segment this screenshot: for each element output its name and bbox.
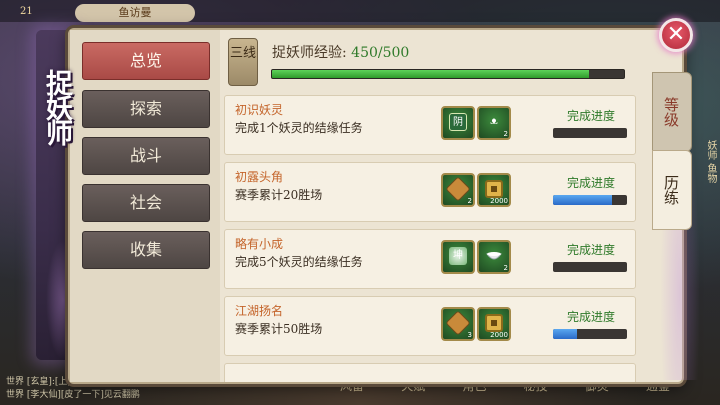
rank-badge: 三线: [228, 38, 258, 86]
spirit-icon: ᴥ: [490, 116, 498, 127]
reward-slot[interactable]: 坤: [441, 240, 475, 274]
task-row: 初露头角 赛季累计20胜场 2 2000 完成进度: [224, 162, 636, 222]
chat-line: 世界 [李大仙][皮了一下]见云翻鹏: [6, 390, 140, 400]
player-level: 21: [20, 6, 33, 17]
orb-icon: 坤: [449, 247, 467, 265]
reward-slot[interactable]: 阴: [441, 106, 475, 140]
task-title: 初识妖灵: [235, 103, 284, 117]
task-progress-fill: [553, 195, 613, 205]
reward-slot[interactable]: 3: [441, 307, 475, 341]
reward-slot[interactable]: ᴥ 2: [477, 106, 511, 140]
task-progress-fill: [553, 329, 577, 339]
task-row: 江湖扬名 赛季累计50胜场 3 2000 完成进度: [224, 296, 636, 356]
banner-title: 捉妖师: [41, 68, 72, 144]
sidebar-item-battle[interactable]: 战斗: [82, 137, 210, 175]
exp-label: 捉妖师经验: 450/500: [272, 44, 472, 62]
reward-slot[interactable]: 2000: [477, 307, 511, 341]
reward-count: 3: [467, 331, 472, 339]
task-progress-bar: [553, 329, 627, 339]
reward-slot[interactable]: 2000: [477, 173, 511, 207]
progress-label: 完成进度: [566, 310, 615, 324]
task-title: 初露头角: [235, 170, 284, 184]
reward-slot[interactable]: 2: [441, 173, 475, 207]
reward-count: 2000: [490, 331, 508, 339]
exp-progress-bar: [271, 69, 625, 79]
reward-slot[interactable]: 2: [477, 240, 511, 274]
task-description: 完成1个妖灵的结缘任务: [235, 121, 363, 135]
task-title: 江湖扬名: [235, 304, 284, 318]
task-progress-bar: [553, 262, 627, 272]
task-progress-bar: [553, 128, 627, 138]
tab-experience[interactable]: 历练: [652, 150, 692, 230]
sidebar-item-collection[interactable]: 收集: [82, 231, 210, 269]
exp-label-text: 捉妖师经验:: [272, 45, 347, 61]
task-row: [224, 363, 636, 382]
progress-label: 完成进度: [566, 176, 615, 190]
top-location-pill[interactable]: 鱼访曼: [75, 4, 195, 22]
task-description: 完成5个妖灵的结缘任务: [235, 255, 363, 269]
reward-count: 2: [503, 264, 508, 272]
sidebar-item-overview[interactable]: 总览: [82, 42, 210, 80]
coin-icon: [485, 180, 503, 198]
task-description: 赛季累计50胜场: [235, 322, 323, 336]
close-button[interactable]: ✕: [659, 18, 693, 52]
coin-icon: [485, 314, 503, 332]
task-row: 初识妖灵 完成1个妖灵的结缘任务 阴 ᴥ 2 完成进度: [224, 95, 636, 155]
task-title: 略有小成: [235, 237, 284, 251]
exp-value: 450/500: [351, 45, 410, 61]
reward-count: 2: [467, 197, 472, 205]
bowl-icon: [485, 247, 503, 265]
progress-label: 完成进度: [566, 109, 615, 123]
certificate-icon: 阴: [449, 113, 467, 131]
reward-count: 2000: [490, 197, 508, 205]
task-list[interactable]: 初识妖灵 完成1个妖灵的结缘任务 阴 ᴥ 2 完成进度 初露头角 赛季累计20胜…: [222, 92, 638, 382]
exp-progress-fill: [272, 70, 589, 78]
sidebar-item-explore[interactable]: 探索: [82, 90, 210, 128]
reward-count: 2: [503, 130, 508, 138]
tab-level[interactable]: 等级: [652, 72, 692, 152]
sidebar-item-social[interactable]: 社会: [82, 184, 210, 222]
task-progress-bar: [553, 195, 627, 205]
task-description: 赛季累计20胜场: [235, 188, 323, 202]
task-row: 略有小成 完成5个妖灵的结缘任务 坤 2 完成进度: [224, 229, 636, 289]
progress-label: 完成进度: [566, 243, 615, 257]
